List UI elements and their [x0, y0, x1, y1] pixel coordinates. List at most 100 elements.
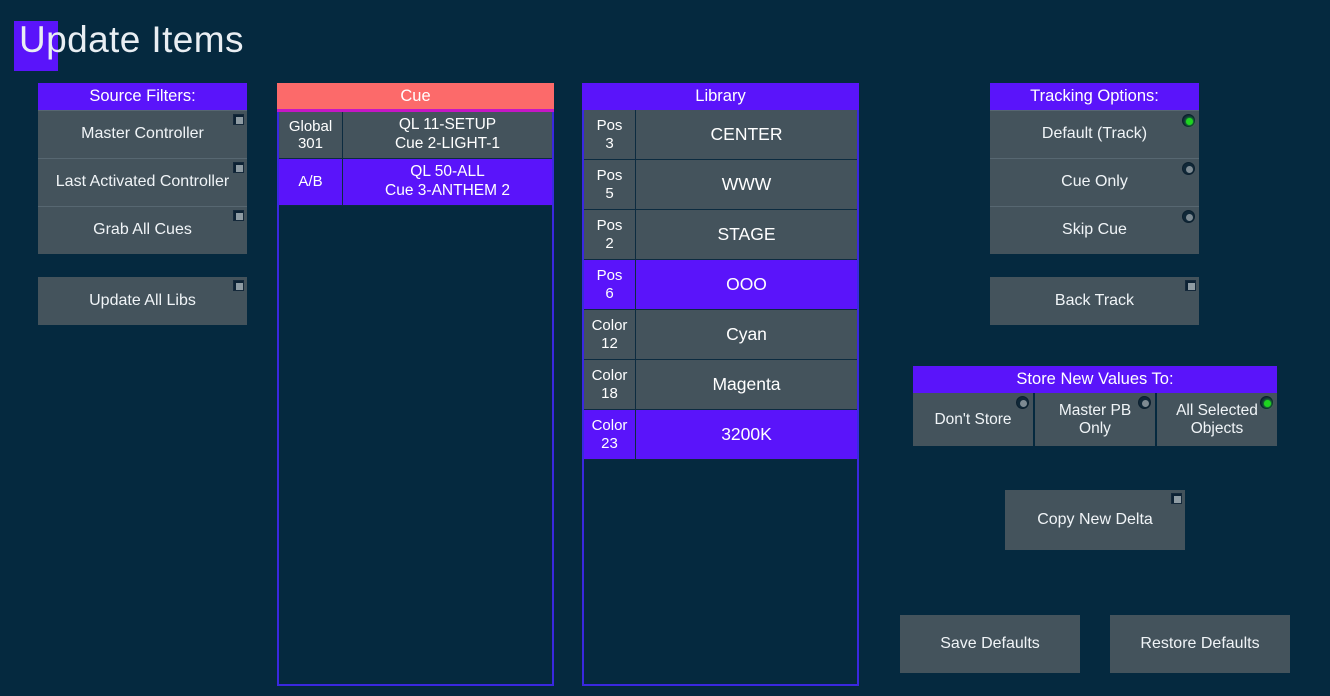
library-tag-type: Color	[591, 367, 628, 385]
library-row-value: OOO	[636, 260, 857, 309]
tracking-option-skip-cue[interactable]: Skip Cue	[990, 206, 1199, 254]
library-row[interactable]: Color 18 Magenta	[584, 360, 857, 410]
store-option-dont-store[interactable]: Don't Store	[913, 393, 1035, 446]
button-label: Save Defaults	[940, 634, 1040, 652]
checkbox-icon[interactable]	[233, 162, 244, 173]
library-row[interactable]: Pos 6 OOO	[584, 260, 857, 310]
copy-new-delta-button[interactable]: Copy New Delta	[1005, 490, 1185, 550]
checkbox-icon[interactable]	[233, 280, 244, 291]
back-track-button[interactable]: Back Track	[990, 277, 1199, 325]
library-row-tag: Pos 2	[584, 210, 636, 259]
radio-icon[interactable]	[1138, 396, 1151, 409]
radio-icon[interactable]	[1016, 396, 1029, 409]
button-label: Grab All Cues	[93, 221, 192, 239]
library-header: Library	[582, 83, 859, 110]
button-label-line2: Objects	[1190, 419, 1244, 437]
button-label: Copy New Delta	[1037, 510, 1153, 528]
library-row-tag: Pos 5	[584, 160, 636, 209]
button-label: Last Activated Controller	[55, 173, 230, 191]
cue-value-line2: Cue 3-ANTHEM 2	[385, 182, 510, 199]
radio-icon[interactable]	[1182, 114, 1195, 127]
cue-value-line1: QL 50-ALL	[410, 163, 485, 181]
button-label-line1: All Selected	[1176, 401, 1258, 419]
cue-value-line1: QL 11-SETUP	[398, 116, 497, 134]
cue-row[interactable]: A/B QL 50-ALL Cue 3-ANTHEM 2	[279, 159, 552, 206]
cue-row[interactable]: Global 301 QL 11-SETUP Cue 2-LIGHT-1	[279, 112, 552, 159]
button-label: Default (Track)	[1041, 125, 1148, 143]
save-defaults-button[interactable]: Save Defaults	[900, 615, 1080, 673]
button-label: Restore Defaults	[1140, 634, 1260, 652]
tracking-option-cue-only[interactable]: Cue Only	[990, 158, 1199, 206]
source-filters-panel: Source Filters: Master Controller Last A…	[38, 83, 247, 325]
library-tag-index: 18	[601, 384, 618, 402]
library-tag-type: Pos	[596, 167, 623, 185]
library-tag-index: 2	[605, 234, 614, 252]
tracking-options-header: Tracking Options:	[990, 83, 1199, 110]
library-row[interactable]: Color 12 Cyan	[584, 310, 857, 360]
cue-panel: Cue Global 301 QL 11-SETUP Cue 2-LIGHT-1…	[277, 83, 554, 686]
library-tag-index: 3	[605, 134, 614, 152]
checkbox-icon[interactable]	[233, 114, 244, 125]
library-row-tag: Pos 3	[584, 110, 636, 159]
source-filter-master-controller[interactable]: Master Controller	[38, 110, 247, 158]
button-label: Cue Only	[1061, 173, 1128, 191]
library-tag-index: 6	[605, 284, 614, 302]
title-text-wrapper: Update Items	[14, 18, 244, 71]
radio-icon[interactable]	[1260, 396, 1273, 409]
library-row[interactable]: Pos 2 STAGE	[584, 210, 857, 260]
update-all-libs-button[interactable]: Update All Libs	[38, 277, 247, 325]
tracking-options-panel: Tracking Options: Default (Track) Cue On…	[990, 83, 1199, 325]
source-filter-last-activated-controller[interactable]: Last Activated Controller	[38, 158, 247, 206]
library-row[interactable]: Pos 5 WWW	[584, 160, 857, 210]
library-tag-type: Color	[591, 317, 628, 335]
library-row-value: STAGE	[636, 210, 857, 259]
cue-value-line2: Cue 2-LIGHT-1	[394, 135, 501, 152]
cue-tag-line1: A/B	[298, 173, 323, 191]
button-label: Master Controller	[81, 125, 204, 143]
store-option-all-selected-objects[interactable]: All Selected Objects	[1157, 393, 1277, 446]
library-row-tag: Color 12	[584, 310, 636, 359]
cue-row-tag: Global 301	[279, 112, 343, 158]
page-title-label: Update Items	[19, 18, 244, 60]
page-title: Update Items	[14, 13, 244, 71]
store-new-values-header: Store New Values To:	[913, 366, 1277, 393]
radio-icon[interactable]	[1182, 210, 1195, 223]
cue-row-value: QL 50-ALL Cue 3-ANTHEM 2	[343, 159, 552, 205]
tracking-option-default-track[interactable]: Default (Track)	[990, 110, 1199, 158]
library-row-value: CENTER	[636, 110, 857, 159]
button-label: Update All Libs	[89, 291, 196, 309]
button-label: Don't Store	[934, 410, 1012, 428]
checkbox-icon[interactable]	[1171, 493, 1182, 504]
checkbox-icon[interactable]	[233, 210, 244, 221]
store-new-values-panel: Store New Values To: Don't Store Master …	[913, 366, 1277, 446]
library-tag-index: 5	[605, 184, 614, 202]
checkbox-icon[interactable]	[1185, 280, 1196, 291]
button-label-line2: Only	[1079, 419, 1111, 437]
library-row-value: Magenta	[636, 360, 857, 409]
cue-header: Cue	[277, 83, 554, 112]
store-new-values-options: Don't Store Master PB Only All Selected …	[913, 393, 1277, 446]
library-row-tag: Color 18	[584, 360, 636, 409]
button-label: Back Track	[1054, 291, 1135, 309]
radio-icon[interactable]	[1182, 162, 1195, 175]
cue-tag-line1: Global	[288, 117, 333, 135]
library-tag-type: Pos	[596, 217, 623, 235]
library-row-tag: Pos 6	[584, 260, 636, 309]
button-label: Skip Cue	[1062, 221, 1127, 239]
update-items-window: Update Items Source Filters: Master Cont…	[0, 0, 1330, 696]
library-row-value: Cyan	[636, 310, 857, 359]
source-filter-grab-all-cues[interactable]: Grab All Cues	[38, 206, 247, 254]
restore-defaults-button[interactable]: Restore Defaults	[1110, 615, 1290, 673]
cue-row-tag: A/B	[279, 159, 343, 205]
store-option-master-pb-only[interactable]: Master PB Only	[1035, 393, 1157, 446]
library-row-tag: Color 23	[584, 410, 636, 459]
cue-row-value: QL 11-SETUP Cue 2-LIGHT-1	[343, 112, 552, 158]
cue-tag-line2: 301	[297, 135, 323, 152]
library-tag-type: Color	[591, 417, 628, 435]
library-panel: Library Pos 3 CENTER Pos 5 WWW Pos 2 STA…	[582, 83, 859, 686]
library-row[interactable]: Pos 3 CENTER	[584, 110, 857, 160]
library-tag-index: 23	[601, 434, 618, 452]
library-row[interactable]: Color 23 3200K	[584, 410, 857, 460]
